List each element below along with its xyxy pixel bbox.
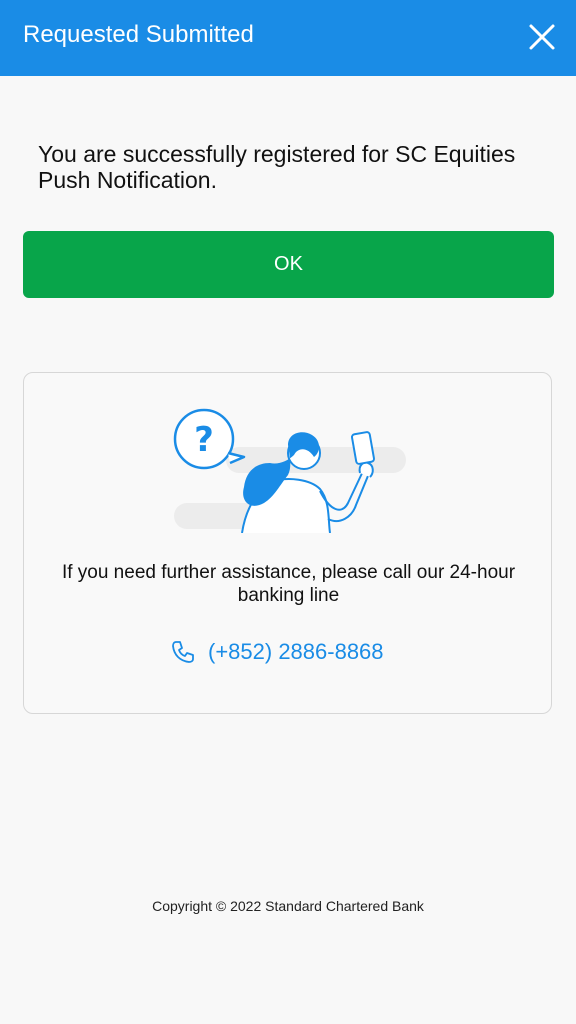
ok-button[interactable]: OK bbox=[23, 231, 554, 298]
help-card: ? If you need further assistance, please… bbox=[23, 372, 552, 714]
svg-text:?: ? bbox=[194, 420, 214, 460]
phone-link[interactable]: (+852) 2886-8868 bbox=[170, 637, 384, 667]
page-title: Requested Submitted bbox=[23, 21, 254, 48]
phone-number: (+852) 2886-8868 bbox=[208, 639, 384, 664]
close-button[interactable] bbox=[522, 18, 562, 58]
help-text: If you need further assistance, please c… bbox=[61, 562, 516, 606]
header-bar: Requested Submitted bbox=[0, 0, 576, 76]
person-with-phone-question-illustration: ? bbox=[173, 408, 406, 533]
copyright-text: Copyright © 2022 Standard Chartered Bank bbox=[152, 898, 424, 914]
phone-icon bbox=[172, 641, 194, 663]
close-icon bbox=[529, 24, 555, 50]
success-message: You are successfully registered for SC E… bbox=[38, 141, 516, 193]
